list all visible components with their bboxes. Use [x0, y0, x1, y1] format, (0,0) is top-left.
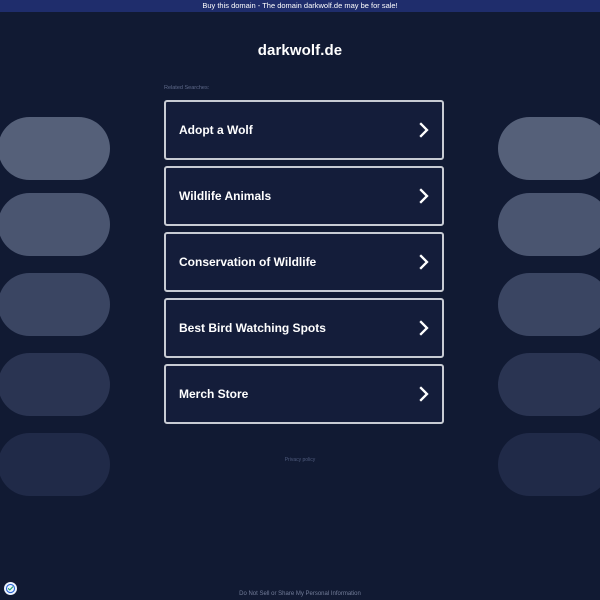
related-search-adopt-a-wolf[interactable]: Adopt a Wolf [164, 100, 444, 160]
decorative-right-pill-5 [498, 433, 600, 496]
related-search-label: Best Bird Watching Spots [179, 321, 326, 335]
decorative-right-pill-2 [498, 193, 600, 256]
chevron-right-icon [419, 254, 429, 270]
decorative-left-pill-2 [0, 193, 110, 256]
domain-parking-page: Buy this domain - The domain darkwolf.de… [0, 0, 600, 600]
related-search-label: Conservation of Wildlife [179, 255, 317, 269]
related-searches-list: Adopt a Wolf Wildlife Animals Conservati… [164, 100, 444, 430]
related-search-best-bird-watching-spots[interactable]: Best Bird Watching Spots [164, 298, 444, 358]
chevron-right-icon [419, 188, 429, 204]
chevron-right-icon [419, 320, 429, 336]
decorative-right-pill-4 [498, 353, 600, 416]
related-search-label: Merch Store [179, 387, 249, 401]
related-search-wildlife-animals[interactable]: Wildlife Animals [164, 166, 444, 226]
related-search-label: Wildlife Animals [179, 189, 272, 203]
related-search-label: Adopt a Wolf [179, 123, 253, 137]
site-title: darkwolf.de [257, 42, 343, 59]
decorative-left-pill-4 [0, 353, 110, 416]
related-search-conservation-of-wildlife[interactable]: Conservation of Wildlife [164, 232, 444, 292]
privacy-policy-link[interactable]: Privacy policy [0, 457, 600, 464]
decorative-right-pill-1 [498, 117, 600, 180]
domain-sale-banner[interactable]: Buy this domain - The domain darkwolf.de… [0, 0, 600, 12]
decorative-left-pill-1 [0, 117, 110, 180]
decorative-left-pill-3 [0, 273, 110, 336]
decorative-right-pill-3 [498, 273, 600, 336]
do-not-sell-link[interactable]: Do Not Sell or Share My Personal Informa… [0, 590, 600, 598]
chevron-right-icon [419, 122, 429, 138]
related-searches-label: Related Searches: [164, 85, 210, 91]
decorative-left-pill-5 [0, 433, 110, 496]
chevron-right-icon [419, 386, 429, 402]
related-search-merch-store[interactable]: Merch Store [164, 364, 444, 424]
